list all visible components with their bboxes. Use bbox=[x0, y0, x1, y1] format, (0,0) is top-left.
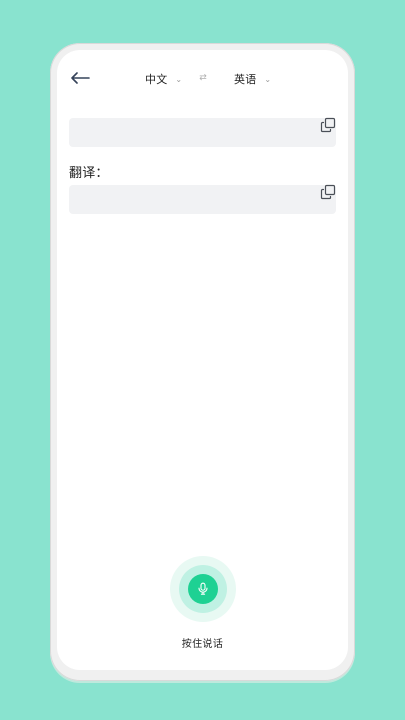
back-arrow-icon bbox=[71, 72, 90, 84]
translation-label: 翻译： bbox=[69, 166, 109, 181]
target-language-label: 英语 bbox=[234, 73, 257, 86]
top-bar: 中文 ⌄ ⇄ 英语 ⌄ bbox=[57, 66, 348, 92]
target-language-selector[interactable]: 英语 ⌄ bbox=[234, 70, 271, 88]
app-screen: 中文 ⌄ ⇄ 英语 ⌄ 翻译： 按住说话 bbox=[57, 50, 348, 670]
hold-to-talk-button[interactable] bbox=[188, 574, 218, 604]
microphone-icon bbox=[198, 582, 208, 595]
voice-input-area bbox=[170, 556, 236, 622]
swap-icon[interactable]: ⇄ bbox=[197, 71, 209, 85]
back-button[interactable] bbox=[69, 69, 91, 87]
chevron-down-icon: ⌄ bbox=[175, 75, 183, 84]
phone-frame: 中文 ⌄ ⇄ 英语 ⌄ 翻译： 按住说话 bbox=[50, 43, 355, 681]
hold-to-talk-label: 按住说话 bbox=[181, 639, 224, 650]
copy-icon[interactable] bbox=[320, 184, 336, 200]
chevron-down-icon: ⌄ bbox=[264, 75, 272, 84]
source-text-field[interactable] bbox=[69, 117, 336, 147]
swap-glyph: ⇄ bbox=[199, 73, 207, 83]
copy-icon[interactable] bbox=[320, 117, 336, 133]
source-language-selector[interactable]: 中文 ⌄ bbox=[145, 70, 182, 88]
source-language-label: 中文 bbox=[145, 73, 168, 86]
translation-field[interactable] bbox=[69, 184, 336, 214]
